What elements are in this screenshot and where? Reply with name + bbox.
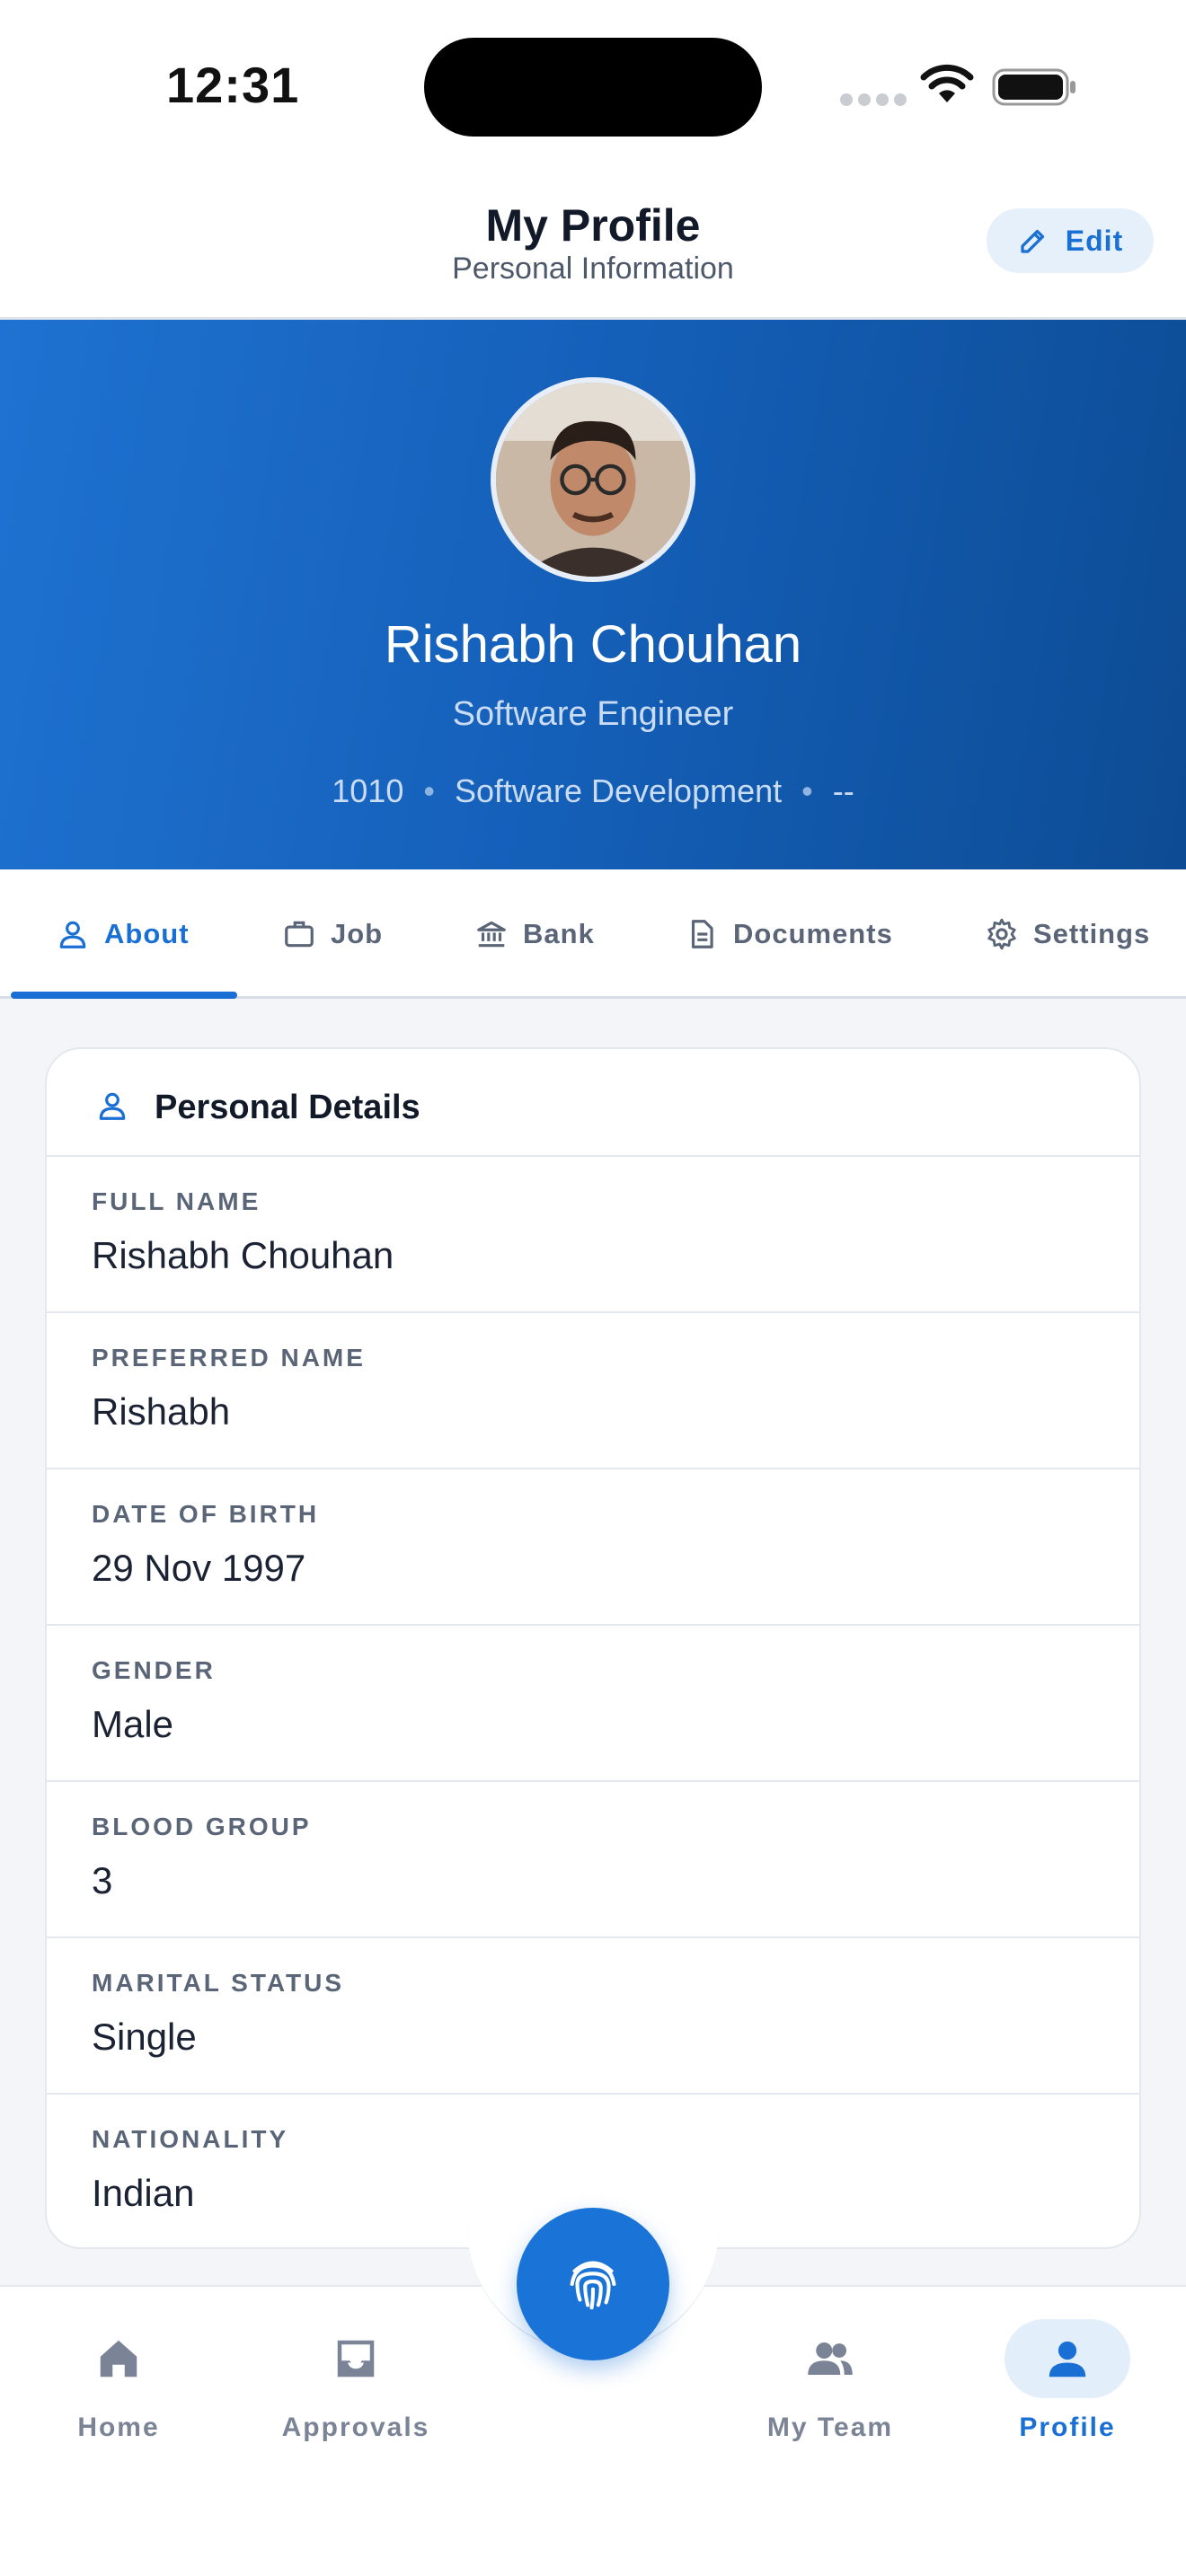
profile-name: Rishabh Chouhan xyxy=(384,615,802,674)
nav-my-team[interactable]: My Team xyxy=(740,2319,920,2443)
status-bar: 12:31 xyxy=(0,0,1186,171)
briefcase-icon xyxy=(285,921,314,948)
person-icon xyxy=(1049,2341,1086,2378)
separator-dot: • xyxy=(801,772,813,809)
department: Software Development xyxy=(454,772,783,809)
field-full-name: FULL NAME Rishabh Chouhan xyxy=(47,1157,1139,1313)
person-icon xyxy=(99,1092,126,1120)
tab-documents[interactable]: Documents xyxy=(685,869,893,999)
tab-settings[interactable]: Settings xyxy=(985,869,1150,999)
profile-meta: 1010 • Software Development • -- xyxy=(0,772,1186,810)
avatar[interactable] xyxy=(491,377,695,582)
field-value: 29 Nov 1997 xyxy=(92,1547,306,1589)
nav-icon-wrap xyxy=(1005,2319,1130,2398)
team-icon xyxy=(808,2342,853,2375)
field-label: NATIONALITY xyxy=(92,2125,289,2153)
tab-job-label: Job xyxy=(331,918,384,949)
document-icon xyxy=(691,920,713,948)
person-icon xyxy=(59,921,86,948)
card-title: Personal Details xyxy=(155,1089,420,1126)
field-label: FULL NAME xyxy=(92,1187,261,1215)
tab-job[interactable]: Job xyxy=(282,869,383,999)
nav-icon-wrap xyxy=(767,2319,893,2398)
status-time: 12:31 xyxy=(166,57,300,113)
battery-icon xyxy=(992,68,1075,106)
nav-label: Profile xyxy=(1019,2413,1116,2442)
field-gender: GENDER Male xyxy=(47,1626,1139,1782)
field-value: Male xyxy=(92,1703,174,1745)
field-marital-status: MARITAL STATUS Single xyxy=(47,1938,1139,2095)
field-value: Rishabh Chouhan xyxy=(92,1234,394,1276)
field-label: DATE OF BIRTH xyxy=(92,1500,320,1528)
edit-button-label: Edit xyxy=(1065,224,1124,257)
bank-icon xyxy=(477,921,506,948)
nav-label: Approvals xyxy=(281,2413,430,2442)
profile-role: Software Engineer xyxy=(452,695,734,733)
field-value: 3 xyxy=(92,1859,113,1901)
pencil-icon xyxy=(1021,229,1044,253)
tab-settings-label: Settings xyxy=(1033,918,1151,949)
profile-photo xyxy=(496,383,690,577)
dynamic-island xyxy=(424,38,762,137)
gear-icon xyxy=(987,918,1016,950)
tab-about[interactable]: About xyxy=(56,869,190,999)
nav-label: Home xyxy=(77,2413,160,2442)
field-value: Indian xyxy=(92,2172,195,2214)
field-label: MARITAL STATUS xyxy=(92,1969,345,1997)
profile-tabs: About Job Bank Documents Settings xyxy=(0,869,1186,999)
nav-home[interactable]: Home xyxy=(29,2319,208,2443)
fingerprint-icon xyxy=(570,2261,616,2310)
field-preferred-name: PREFERRED NAME Rishabh xyxy=(47,1313,1139,1469)
profile-hero: Rishabh Chouhan Software Engineer 1010 • S… xyxy=(0,320,1186,869)
field-value: Single xyxy=(92,2016,197,2058)
home-icon xyxy=(100,2340,137,2378)
wifi-icon xyxy=(920,64,974,102)
field-label: GENDER xyxy=(92,1656,216,1684)
nav-profile[interactable]: Profile xyxy=(978,2319,1157,2443)
fingerprint-button[interactable] xyxy=(517,2208,669,2360)
tab-about-label: About xyxy=(104,918,190,949)
tab-bank[interactable]: Bank xyxy=(474,869,595,999)
main-content[interactable]: Personal Details FULL NAME Rishabh Chouh… xyxy=(0,999,1186,2289)
field-value: Rishabh xyxy=(92,1390,231,1433)
nav-approvals[interactable]: Approvals xyxy=(266,2319,446,2443)
nav-icon-wrap xyxy=(293,2319,419,2398)
inbox-icon xyxy=(337,2340,375,2378)
edit-button[interactable]: Edit xyxy=(987,208,1154,273)
app-header: My Profile Personal Information Edit xyxy=(0,171,1186,320)
field-date-of-birth: DATE OF BIRTH 29 Nov 1997 xyxy=(47,1469,1139,1626)
separator-dot: • xyxy=(423,772,435,809)
tab-bank-label: Bank xyxy=(523,918,595,949)
field-label: PREFERRED NAME xyxy=(92,1344,366,1372)
personal-details-card: Personal Details FULL NAME Rishabh Chouh… xyxy=(45,1047,1141,2249)
active-tab-indicator xyxy=(11,992,237,999)
field-label: BLOOD GROUP xyxy=(92,1813,312,1840)
employee-id: 1010 xyxy=(332,772,404,809)
tab-documents-label: Documents xyxy=(733,918,893,949)
nav-icon-wrap xyxy=(56,2319,181,2398)
signal-icon xyxy=(840,93,912,106)
card-header: Personal Details xyxy=(47,1049,1139,1157)
profile-extra: -- xyxy=(832,772,854,809)
field-blood-group: BLOOD GROUP 3 xyxy=(47,1782,1139,1938)
nav-label: My Team xyxy=(766,2413,894,2442)
